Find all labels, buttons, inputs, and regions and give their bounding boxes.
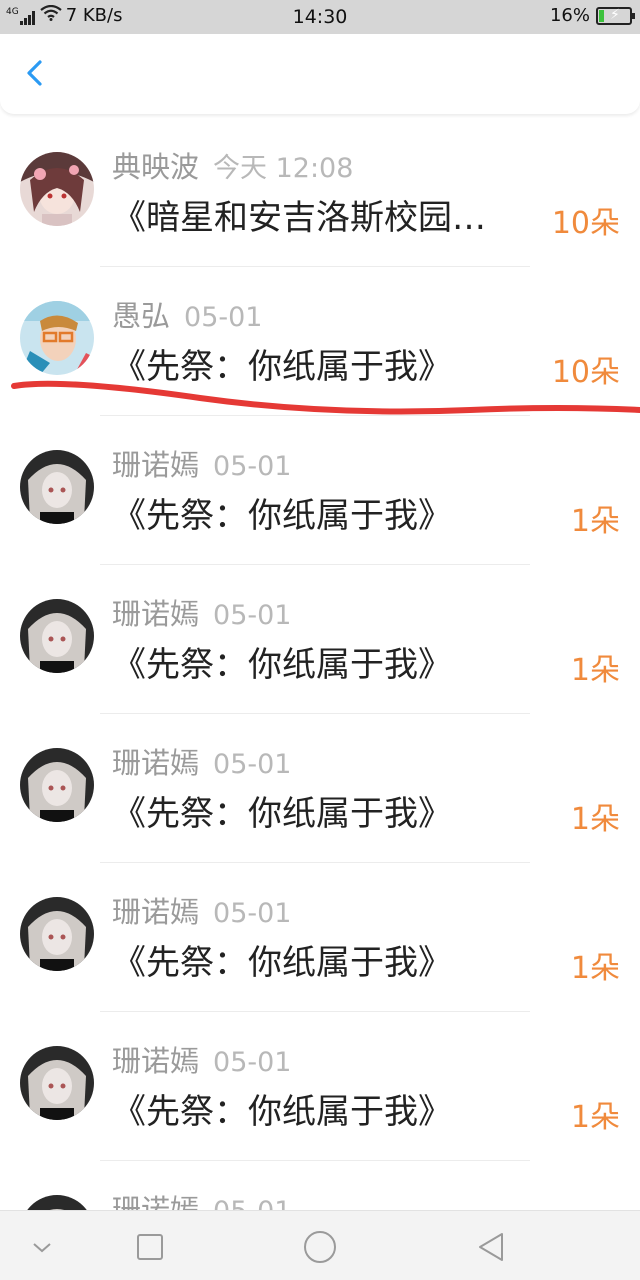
status-bar: 4G 7 KB/s 14:30 16% ⚡: [0, 0, 640, 34]
timestamp: 05-01: [213, 1196, 291, 1210]
chevron-left-icon: [27, 60, 42, 86]
avatar[interactable]: [20, 450, 94, 524]
timestamp: 05-01: [213, 600, 292, 631]
list-item[interactable]: 珊诺嫣 05-01 《先祭：你纸属于我》 1朵: [0, 416, 640, 565]
avatar[interactable]: [20, 748, 94, 822]
name-line: 愚弘 05-01: [112, 293, 262, 335]
list-item[interactable]: 珊诺嫣 05-01 《先祭：你纸属于我》 1朵: [0, 565, 640, 714]
battery-icon: ⚡: [596, 6, 635, 25]
timestamp: 05-01: [213, 451, 292, 482]
book-title[interactable]: 《先祭：你纸属于我》: [112, 1084, 452, 1133]
battery-level: [599, 9, 604, 22]
flower-count: 10朵: [551, 355, 620, 390]
avatar[interactable]: [20, 1195, 94, 1210]
system-nav-bar: [0, 1210, 640, 1280]
avatar[interactable]: [20, 599, 94, 673]
book-title[interactable]: 《先祭：你纸属于我》: [112, 637, 452, 686]
book-title[interactable]: 《先祭：你纸属于我》: [112, 339, 452, 388]
list-item[interactable]: 珊诺嫣 05-01: [0, 1161, 640, 1210]
avatar[interactable]: [20, 1046, 94, 1120]
book-title[interactable]: 《先祭：你纸属于我》: [112, 935, 452, 984]
name-line: 珊诺嫣 05-01: [112, 740, 291, 782]
user-name[interactable]: 珊诺嫣: [112, 448, 199, 482]
home-button[interactable]: [300, 1227, 340, 1267]
name-line: 珊诺嫣 05-01: [112, 591, 291, 633]
back-nav-button[interactable]: [472, 1227, 512, 1267]
chevron-down-icon: [33, 1243, 51, 1253]
back-button[interactable]: [16, 52, 56, 92]
list-item[interactable]: 珊诺嫣 05-01 《先祭：你纸属于我》 1朵: [0, 863, 640, 1012]
timestamp: 05-01: [213, 898, 292, 929]
flower-count: 1朵: [570, 653, 620, 688]
list-item[interactable]: 愚弘 05-01 《先祭：你纸属于我》 10朵: [0, 267, 640, 416]
charging-bolt-icon: ⚡: [610, 6, 620, 23]
book-title[interactable]: 《先祭：你纸属于我》: [112, 488, 452, 537]
hide-nav-button[interactable]: [22, 1227, 62, 1267]
user-name[interactable]: 珊诺嫣: [112, 746, 199, 780]
avatar[interactable]: [20, 897, 94, 971]
timestamp: 今天 12:08: [213, 153, 354, 184]
user-name[interactable]: 珊诺嫣: [112, 1193, 199, 1210]
triangle-back-icon: [479, 1233, 503, 1261]
avatar[interactable]: [20, 301, 94, 375]
user-name[interactable]: 珊诺嫣: [112, 895, 199, 929]
name-line: 珊诺嫣 05-01: [112, 442, 291, 484]
status-right: 16% ⚡: [549, 5, 635, 26]
timestamp: 05-01: [213, 1047, 292, 1078]
name-line: 珊诺嫣 05-01: [112, 889, 291, 931]
circle-icon: [304, 1231, 336, 1263]
timestamp: 05-01: [184, 302, 263, 333]
timestamp: 05-01: [213, 749, 292, 780]
name-line: 珊诺嫣 05-01: [112, 1187, 291, 1210]
flower-count: 10朵: [551, 206, 620, 241]
list-item[interactable]: 珊诺嫣 05-01 《先祭：你纸属于我》 1朵: [0, 714, 640, 863]
user-name[interactable]: 珊诺嫣: [112, 597, 199, 631]
flower-count: 1朵: [570, 802, 620, 837]
battery-percent: 16%: [549, 5, 590, 26]
list-item[interactable]: 典映波 今天 12:08 《暗星和安吉洛斯校园… 10朵: [0, 118, 640, 267]
user-name[interactable]: 愚弘: [112, 299, 170, 333]
recents-button[interactable]: [130, 1227, 170, 1267]
gift-record-list: 典映波 今天 12:08 《暗星和安吉洛斯校园… 10朵 愚弘 05-01 《先祭：…: [0, 118, 640, 1210]
book-title[interactable]: 《暗星和安吉洛斯校园…: [112, 190, 486, 239]
user-name[interactable]: 典映波: [112, 150, 199, 184]
user-name[interactable]: 珊诺嫣: [112, 1044, 199, 1078]
top-app-bar: [0, 34, 640, 114]
name-line: 珊诺嫣 05-01: [112, 1038, 291, 1080]
square-icon: [137, 1234, 163, 1260]
flower-count: 1朵: [570, 1100, 620, 1135]
flower-count: 1朵: [570, 951, 620, 986]
name-line: 典映波 今天 12:08: [112, 144, 353, 186]
list-item[interactable]: 珊诺嫣 05-01 《先祭：你纸属于我》 1朵: [0, 1012, 640, 1161]
book-title[interactable]: 《先祭：你纸属于我》: [112, 786, 452, 835]
status-time: 14:30: [292, 6, 348, 28]
avatar[interactable]: [20, 152, 94, 226]
flower-count: 1朵: [570, 504, 620, 539]
